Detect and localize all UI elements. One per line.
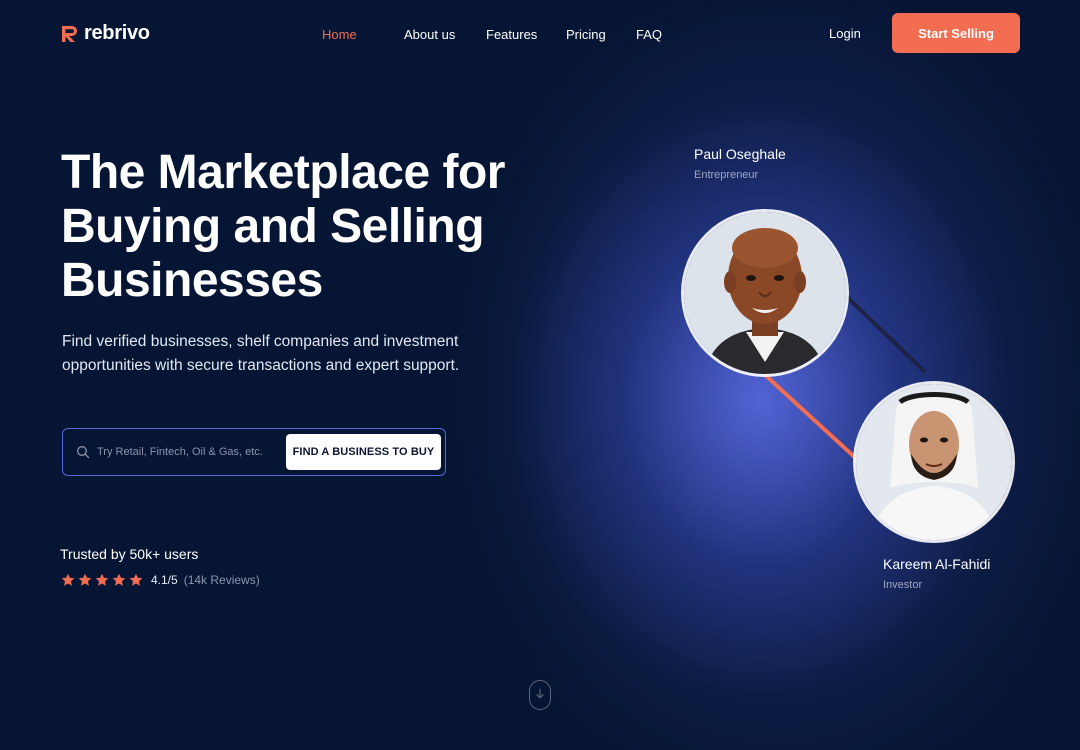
avatar <box>681 209 849 377</box>
portrait-image <box>684 212 846 374</box>
chevron-down-icon <box>536 689 544 699</box>
accent-connector-line <box>762 372 862 464</box>
avatar <box>853 381 1015 543</box>
person-name: Paul Oseghale <box>694 146 786 162</box>
person-role: Entrepreneur <box>694 169 759 181</box>
portrait-image <box>856 384 1012 540</box>
scroll-indicator[interactable] <box>529 680 551 710</box>
dark-connector-line <box>844 294 927 374</box>
person-role: Investor <box>883 579 923 591</box>
person-name: Kareem Al-Fahidi <box>883 556 991 572</box>
connector-lines <box>762 294 927 464</box>
